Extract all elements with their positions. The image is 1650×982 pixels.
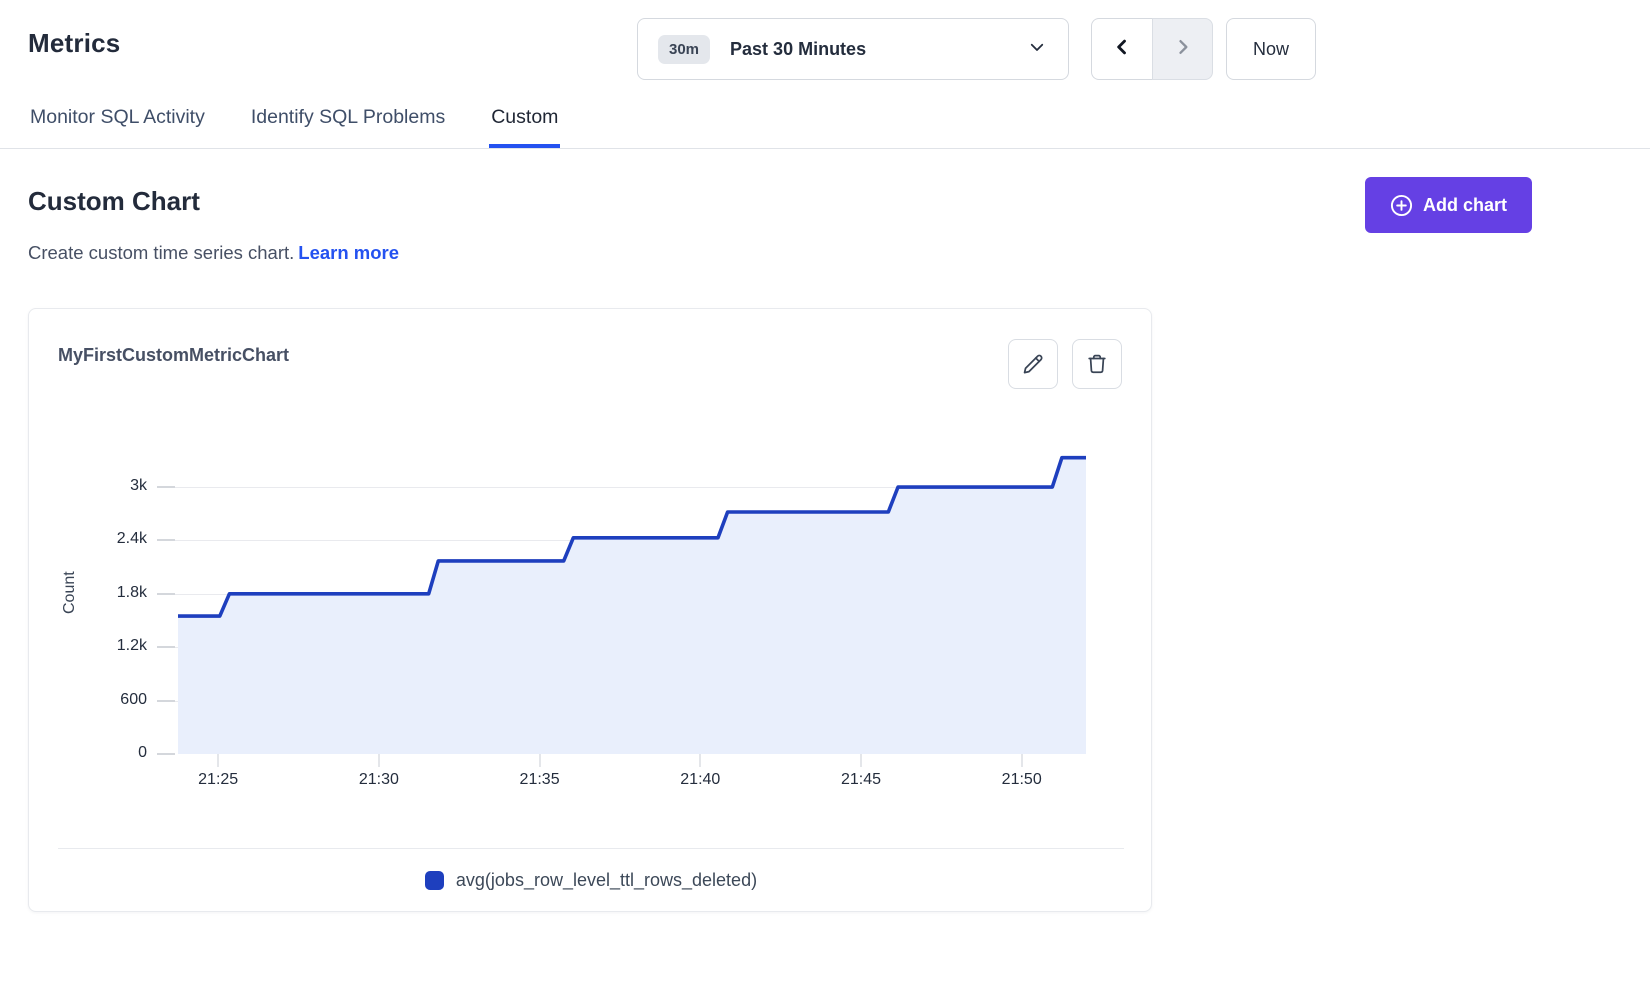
add-chart-button[interactable]: Add chart bbox=[1365, 177, 1532, 233]
x-tick-label: 21:25 bbox=[173, 771, 263, 789]
x-tick-label: 21:35 bbox=[495, 771, 585, 789]
y-tick-label: 3k bbox=[55, 477, 147, 495]
y-tick-label: 600 bbox=[55, 691, 147, 709]
time-pager bbox=[1091, 18, 1213, 80]
y-tick-mark bbox=[157, 593, 175, 595]
tab-custom[interactable]: Custom bbox=[489, 100, 560, 148]
legend-label: avg(jobs_row_level_ttl_rows_deleted) bbox=[456, 870, 757, 891]
x-tick-mark bbox=[539, 754, 541, 767]
time-range-label: Past 30 Minutes bbox=[730, 39, 1028, 60]
tab-identify-sql-problems[interactable]: Identify SQL Problems bbox=[249, 100, 447, 148]
x-tick-mark bbox=[378, 754, 380, 767]
x-tick-mark bbox=[217, 754, 219, 767]
y-tick-mark bbox=[157, 646, 175, 648]
time-series-plot bbox=[178, 431, 1086, 754]
x-tick-label: 21:50 bbox=[977, 771, 1067, 789]
trash-icon bbox=[1086, 353, 1108, 375]
y-tick-mark bbox=[157, 700, 175, 702]
edit-chart-button[interactable] bbox=[1008, 339, 1058, 389]
time-range-selector[interactable]: 30m Past 30 Minutes bbox=[637, 18, 1069, 80]
y-tick-mark bbox=[157, 539, 175, 541]
y-tick-label: 1.2k bbox=[55, 637, 147, 655]
x-tick-label: 21:40 bbox=[655, 771, 745, 789]
chart-title: MyFirstCustomMetricChart bbox=[58, 345, 289, 366]
custom-chart-card: MyFirstCustomMetricChart Count 06001.2k1… bbox=[28, 308, 1152, 912]
y-tick-mark bbox=[157, 753, 175, 755]
chevron-down-icon bbox=[1028, 38, 1046, 61]
section-description-text: Create custom time series chart. bbox=[28, 242, 294, 263]
chart-legend: avg(jobs_row_level_ttl_rows_deleted) bbox=[29, 870, 1153, 891]
chevron-right-icon bbox=[1173, 37, 1193, 62]
y-tick-label: 0 bbox=[55, 744, 147, 762]
y-tick-label: 1.8k bbox=[55, 584, 147, 602]
chevron-left-icon bbox=[1112, 37, 1132, 62]
now-button[interactable]: Now bbox=[1226, 18, 1316, 80]
series-area bbox=[178, 458, 1086, 754]
card-divider bbox=[58, 848, 1124, 849]
x-tick-mark bbox=[1021, 754, 1023, 767]
section-description: Create custom time series chart.Learn mo… bbox=[28, 242, 399, 264]
learn-more-link[interactable]: Learn more bbox=[298, 242, 399, 263]
y-tick-mark bbox=[157, 486, 175, 488]
delete-chart-button[interactable] bbox=[1072, 339, 1122, 389]
add-chart-label: Add chart bbox=[1423, 195, 1507, 216]
x-tick-label: 21:30 bbox=[334, 771, 424, 789]
prev-time-button[interactable] bbox=[1091, 18, 1152, 80]
x-tick-mark bbox=[699, 754, 701, 767]
x-tick-label: 21:45 bbox=[816, 771, 906, 789]
plus-circle-icon bbox=[1390, 194, 1413, 217]
section-heading: Custom Chart bbox=[28, 186, 200, 217]
pencil-icon bbox=[1022, 353, 1044, 375]
page-title: Metrics bbox=[28, 28, 120, 59]
time-range-badge: 30m bbox=[658, 35, 710, 64]
metrics-tabs: Monitor SQL Activity Identify SQL Proble… bbox=[0, 100, 1650, 149]
tab-monitor-sql-activity[interactable]: Monitor SQL Activity bbox=[28, 100, 207, 148]
next-time-button[interactable] bbox=[1152, 18, 1213, 80]
legend-swatch bbox=[425, 871, 444, 890]
y-tick-label: 2.4k bbox=[55, 530, 147, 548]
x-tick-mark bbox=[860, 754, 862, 767]
